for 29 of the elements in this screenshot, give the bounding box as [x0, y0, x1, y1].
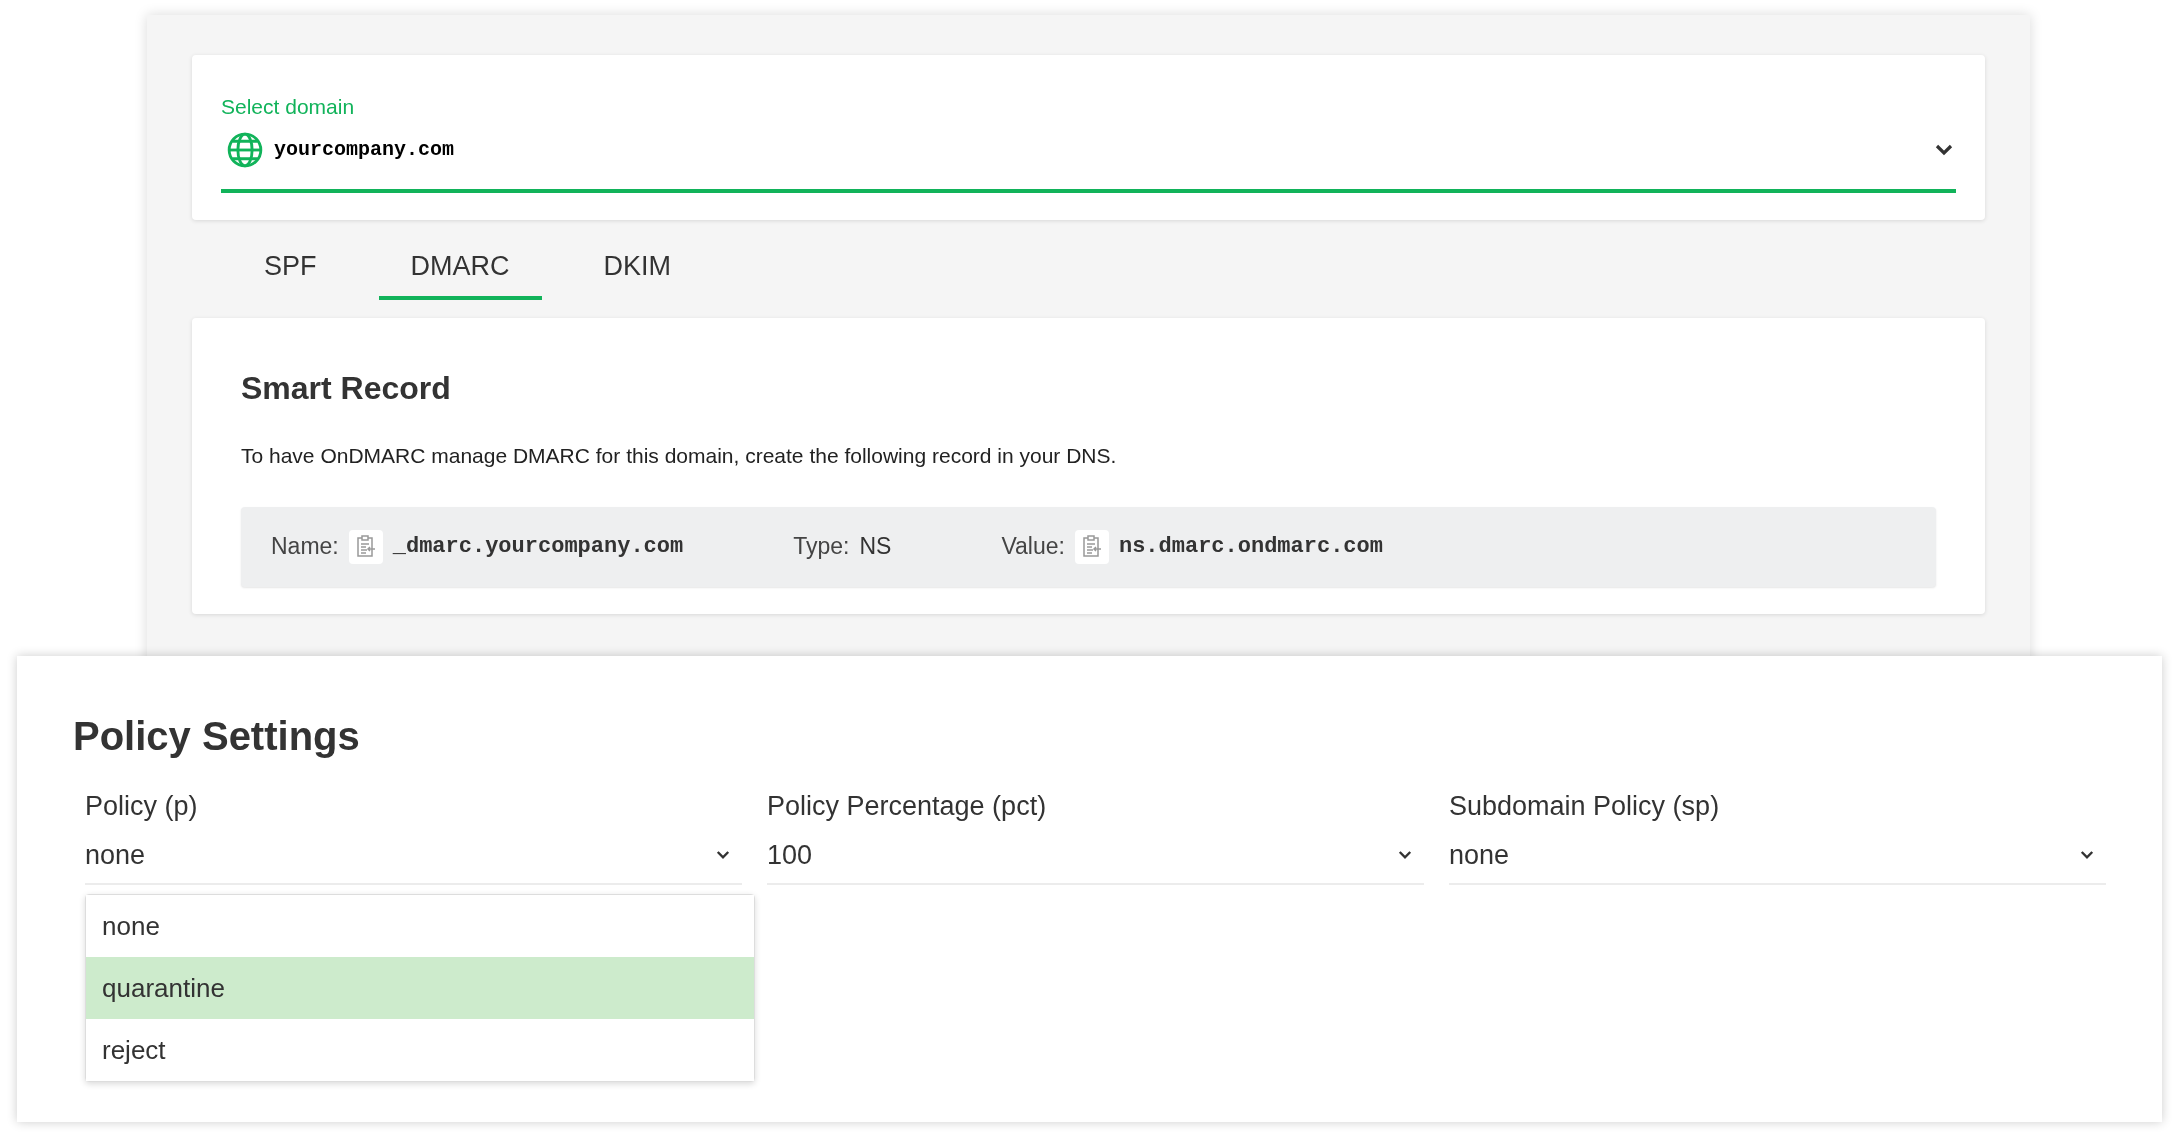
clipboard-icon — [354, 533, 377, 560]
tab[interactable]: SPF — [232, 237, 349, 301]
dropdown-option[interactable]: quarantine — [86, 957, 754, 1019]
field-label: Value: — [1001, 532, 1065, 562]
record-value: NS — [859, 532, 892, 562]
record-value: ns.dmarc.ondmarc.com — [1118, 533, 1383, 561]
field-label: Policy (p) — [85, 790, 199, 823]
tab[interactable]: DKIM — [571, 237, 703, 301]
dropdown-option[interactable]: none — [86, 895, 754, 957]
description-text: To have OnDMARC manage DMARC for this domain, create the following record in your DNS. — [241, 443, 1118, 469]
domain-select[interactable]: Select domain yourcompany.com — [221, 91, 1956, 193]
dropdown-select[interactable]: none — [85, 834, 742, 885]
panel-title: Policy Settings — [73, 713, 361, 760]
clipboard-icon — [1080, 533, 1103, 560]
field-label: Name: — [271, 532, 339, 562]
globe-icon — [226, 130, 264, 169]
copy-button[interactable] — [348, 529, 383, 564]
card-title: Smart Record — [241, 369, 452, 408]
domain-value: yourcompany.com — [274, 136, 456, 163]
dropdown-select[interactable]: 100 — [767, 834, 1424, 885]
field-label: Type: — [793, 532, 850, 562]
dropdown-option[interactable]: reject — [86, 1019, 754, 1081]
record-value: _dmarc.yourcompany.com — [392, 533, 684, 561]
tab[interactable]: DMARC — [378, 237, 542, 301]
dropdown-select[interactable]: none — [1449, 834, 2106, 885]
field-label: Select domain — [221, 94, 356, 120]
field-label: Subdomain Policy (sp) — [1449, 790, 1721, 823]
field-label: Policy Percentage (pct) — [767, 790, 1048, 823]
copy-button[interactable] — [1074, 529, 1109, 564]
